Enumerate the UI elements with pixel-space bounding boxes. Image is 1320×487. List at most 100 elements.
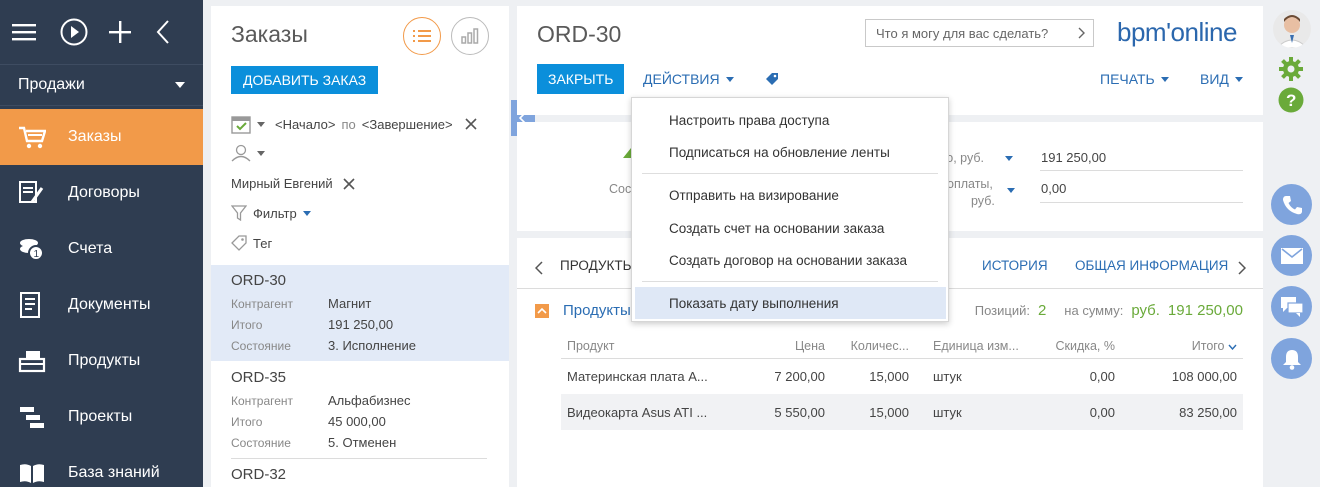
field-label: Контрагент — [231, 296, 294, 311]
menu-item-subscribe-feed[interactable]: Подписаться на обновление ленты — [632, 136, 948, 168]
play-icon[interactable] — [60, 12, 108, 52]
calendar-icon[interactable] — [231, 114, 251, 134]
field-underline — [1040, 170, 1243, 171]
products-group-header[interactable]: Продукты — [535, 302, 631, 319]
nav-item-orders[interactable]: Заказы — [0, 109, 203, 165]
caret-down-icon — [1234, 76, 1243, 82]
cell-unit: штук — [933, 368, 962, 384]
tag-button[interactable] — [765, 64, 779, 94]
coins-icon: 1 — [18, 236, 68, 262]
nav-item-contracts[interactable]: Договоры — [0, 165, 203, 221]
tag-button[interactable]: Тег — [231, 235, 272, 251]
caret-down-icon[interactable] — [1005, 156, 1013, 161]
column-header-sorted[interactable]: Итого — [1121, 334, 1243, 359]
menu-item-create-invoice[interactable]: Создать счет на основании заказа — [632, 212, 948, 244]
menu-item-show-completion-date[interactable]: Показать дату выполнения — [635, 287, 946, 319]
menu-item-create-contract[interactable]: Создать договор на основании заказа — [632, 244, 948, 276]
period-end[interactable]: <Завершение> — [362, 117, 453, 132]
nav-item-label: Заказы — [68, 128, 122, 145]
tabs-right-arrow-icon[interactable] — [1238, 261, 1246, 275]
projects-icon — [18, 405, 68, 429]
column-header[interactable]: Количес... — [831, 334, 915, 359]
gear-icon[interactable] — [1278, 56, 1304, 82]
help-icon[interactable]: ? — [1278, 87, 1304, 113]
bpmonline-logo: bpm'online — [1117, 17, 1237, 47]
field-value: 191 250,00 — [328, 317, 394, 332]
notifications-button[interactable] — [1271, 338, 1312, 379]
print-label: ПЕЧАТЬ — [1100, 71, 1155, 87]
section-selector[interactable]: Продажи — [0, 64, 203, 106]
products-summary: Позиций: 2 на сумму: руб. 191 250,00 — [975, 302, 1243, 319]
phone-icon — [1282, 195, 1302, 214]
user-icon — [231, 144, 251, 162]
add-order-button[interactable]: ДОБАВИТЬ ЗАКАЗ — [231, 66, 379, 94]
tag-label: Тег — [253, 235, 273, 251]
record-title: ORD-30 — [231, 272, 287, 289]
email-button[interactable] — [1271, 235, 1312, 276]
list-item[interactable]: ORD-32 — [211, 466, 509, 487]
tab-history[interactable]: ИСТОРИЯ — [982, 258, 1048, 273]
caret-down-icon[interactable] — [1007, 188, 1015, 193]
avatar[interactable] — [1273, 10, 1311, 48]
tab-products[interactable]: ПРОДУКТЫ — [560, 258, 635, 273]
feed-button[interactable] — [1271, 286, 1312, 327]
caret-down-icon — [1160, 76, 1169, 82]
cell-discount: 0,00 — [1089, 368, 1115, 384]
close-button[interactable]: ЗАКРЫТЬ — [537, 64, 625, 94]
owner-filter[interactable] — [231, 144, 265, 162]
list-view-button[interactable] — [403, 17, 441, 55]
field-label: Контрагент — [231, 393, 294, 408]
menu-icon[interactable] — [12, 12, 60, 52]
column-header[interactable]: Скидка, % — [1033, 334, 1121, 359]
bar-chart-icon — [461, 28, 479, 44]
period-start[interactable]: <Начало> — [275, 117, 335, 132]
nav-item-label: Документы — [68, 296, 151, 313]
clear-owner-icon[interactable] — [343, 177, 355, 190]
analytics-view-button[interactable] — [451, 17, 489, 55]
list-item[interactable]: ORD-35 Контрагент Альфабизнес Итого 45 000… — [211, 363, 509, 459]
phone-button[interactable] — [1271, 184, 1312, 225]
plus-icon[interactable] — [108, 12, 156, 52]
amount-value[interactable]: 191 250,00 — [1041, 150, 1106, 165]
payment-value[interactable]: 0,00 — [1041, 181, 1066, 196]
cell-discount: 0,00 — [1033, 394, 1121, 430]
collapse-chevron-icon[interactable] — [155, 12, 203, 52]
chevron-right-icon[interactable] — [1078, 27, 1085, 39]
nav-item-label: Счета — [68, 240, 113, 257]
menu-item-send-for-approval[interactable]: Отправить на визирование — [632, 179, 948, 211]
products-table: Продукт Цена Количес... Единица изм... С… — [561, 334, 1243, 430]
field-value: Магнит — [328, 296, 372, 311]
sum-currency: руб. — [1131, 302, 1160, 319]
cell-total: 83 250,00 — [1121, 394, 1243, 430]
cell-quantity: 15,000 — [869, 368, 909, 384]
collapse-group-icon[interactable] — [535, 303, 549, 318]
table-row[interactable]: Материнская плата A... 7 200,00 15,000 ш… — [561, 358, 1243, 394]
caret-down-icon[interactable] — [257, 121, 265, 127]
table-row[interactable]: Видеокарта Asus ATI ... 5 550,00 15,000 … — [561, 394, 1243, 430]
actions-menu-button[interactable]: ДЕЙСТВИЯ — [643, 64, 734, 94]
nav-item-products[interactable]: Продукты — [0, 333, 203, 389]
nav-item-documents[interactable]: Документы — [0, 277, 203, 333]
left-navigation: Продажи Заказы Договоры 1 Счета Документ… — [0, 0, 203, 487]
column-header[interactable]: Продукт — [561, 334, 731, 359]
user-avatar-icon — [1276, 15, 1308, 48]
sum-value: 191 250,00 — [1167, 302, 1243, 319]
field-label: Итого — [231, 317, 263, 332]
command-search-input[interactable]: Что я могу для вас сделать? — [865, 19, 1094, 47]
tabs-left-arrow-icon[interactable] — [535, 261, 543, 275]
filter-button[interactable]: Фильтр — [231, 205, 311, 221]
list-icon — [413, 30, 431, 42]
list-item[interactable]: ORD-30 Контрагент Магнит Итого 191 250,00 … — [211, 265, 509, 361]
column-header[interactable]: Цена — [731, 334, 831, 359]
view-menu-button[interactable]: ВИД — [1200, 64, 1243, 94]
field-value: 3. Исполнение — [328, 338, 416, 353]
tab-general-info[interactable]: ОБЩАЯ ИНФОРМАЦИЯ — [1075, 258, 1228, 273]
column-header[interactable]: Единица изм... — [915, 334, 1033, 359]
nav-item-knowledge-base[interactable]: База знаний — [0, 445, 203, 487]
nav-item-invoices[interactable]: 1 Счета — [0, 221, 203, 277]
tag-icon — [231, 235, 247, 251]
nav-item-projects[interactable]: Проекты — [0, 389, 203, 445]
print-menu-button[interactable]: ПЕЧАТЬ — [1100, 64, 1169, 94]
clear-period-icon[interactable] — [465, 118, 477, 130]
menu-item-access-rights[interactable]: Настроить права доступа — [632, 104, 948, 136]
